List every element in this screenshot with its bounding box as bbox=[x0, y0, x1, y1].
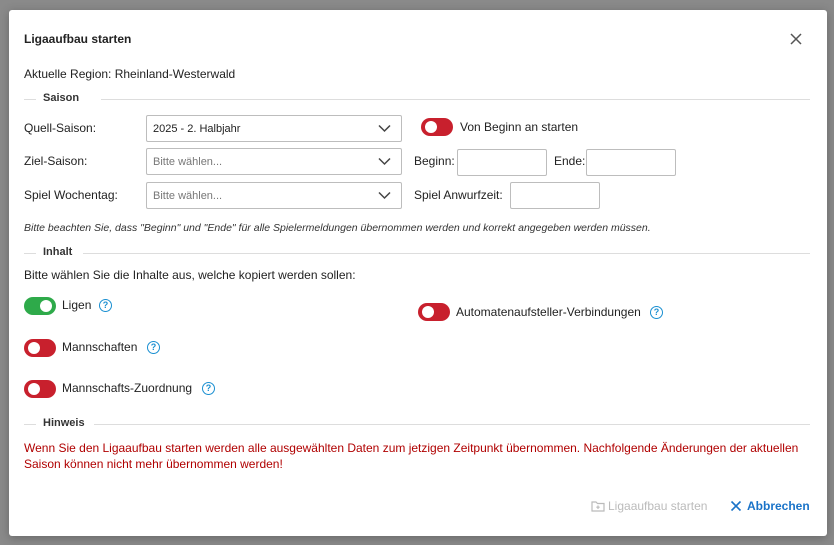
quell-saison-label: Quell-Saison: bbox=[24, 121, 97, 135]
ziel-saison-label: Ziel-Saison: bbox=[24, 154, 88, 168]
spiel-wochentag-label: Spiel Wochentag: bbox=[24, 188, 118, 202]
chevron-down-icon bbox=[378, 157, 391, 166]
section-saison: Saison bbox=[24, 92, 810, 106]
folder-icon bbox=[591, 501, 605, 512]
mannschafts-zuordnung-toggle[interactable] bbox=[24, 380, 56, 398]
mannschafts-zuordnung-label: Mannschafts-Zuordnung bbox=[62, 381, 193, 395]
chevron-down-icon bbox=[378, 191, 391, 200]
start-button[interactable]: Ligaaufbau starten bbox=[591, 499, 707, 513]
quell-saison-value: 2025 - 2. Halbjahr bbox=[153, 123, 241, 135]
start-button-label: Ligaaufbau starten bbox=[608, 499, 708, 513]
cancel-button[interactable]: Abbrechen bbox=[730, 499, 810, 513]
section-inhalt: Inhalt bbox=[24, 246, 810, 260]
ende-input[interactable] bbox=[586, 149, 676, 176]
ziel-saison-select[interactable]: Bitte wählen... bbox=[146, 148, 402, 175]
anwurfzeit-label: Spiel Anwurfzeit: bbox=[414, 188, 503, 202]
spiel-wochentag-select[interactable]: Bitte wählen... bbox=[146, 182, 402, 209]
dialog: Ligaaufbau starten Aktuelle Region: Rhei… bbox=[9, 10, 827, 536]
quell-saison-select[interactable]: 2025 - 2. Halbjahr bbox=[146, 115, 402, 142]
section-hinweis: Hinweis bbox=[24, 417, 810, 431]
ligen-toggle[interactable] bbox=[24, 297, 56, 315]
close-icon bbox=[730, 500, 742, 512]
automatenaufsteller-label: Automatenaufsteller-Verbindungen bbox=[456, 305, 641, 319]
dialog-title: Ligaaufbau starten bbox=[24, 32, 132, 46]
beginn-input[interactable] bbox=[457, 149, 547, 176]
automatenaufsteller-toggle[interactable] bbox=[418, 303, 450, 321]
von-beginn-label: Von Beginn an starten bbox=[460, 120, 579, 134]
mannschaften-toggle[interactable] bbox=[24, 339, 56, 357]
help-icon[interactable]: ? bbox=[202, 382, 215, 395]
help-icon[interactable]: ? bbox=[650, 306, 663, 319]
close-icon[interactable] bbox=[787, 30, 805, 48]
ligen-label: Ligen bbox=[62, 298, 92, 312]
saison-note: Bitte beachten Sie, dass "Beginn" und "E… bbox=[24, 222, 651, 234]
ziel-saison-placeholder: Bitte wählen... bbox=[153, 156, 223, 168]
help-icon[interactable]: ? bbox=[99, 299, 112, 312]
help-icon[interactable]: ? bbox=[147, 341, 160, 354]
hinweis-text: Wenn Sie den Ligaaufbau starten werden a… bbox=[24, 441, 799, 471]
anwurfzeit-input[interactable] bbox=[510, 182, 600, 209]
section-label-inhalt: Inhalt bbox=[43, 246, 73, 258]
inhalt-instruction: Bitte wählen Sie die Inhalte aus, welche… bbox=[24, 268, 356, 282]
mannschaften-label: Mannschaften bbox=[62, 340, 138, 354]
chevron-down-icon bbox=[378, 124, 391, 133]
von-beginn-toggle[interactable] bbox=[421, 118, 453, 136]
section-label-hinweis: Hinweis bbox=[43, 417, 85, 429]
beginn-label: Beginn: bbox=[414, 154, 455, 168]
spiel-wochentag-placeholder: Bitte wählen... bbox=[153, 190, 223, 202]
cancel-button-label: Abbrechen bbox=[747, 499, 810, 513]
ende-label: Ende: bbox=[554, 154, 586, 168]
region-text: Aktuelle Region: Rheinland-Westerwald bbox=[24, 67, 236, 81]
section-label-saison: Saison bbox=[43, 92, 80, 104]
